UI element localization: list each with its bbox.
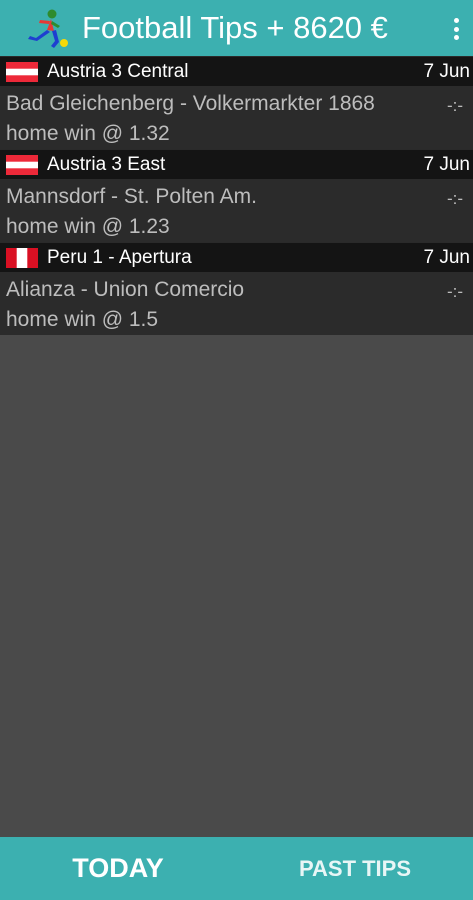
league-name: Peru 1 - Apertura <box>47 247 192 268</box>
tab-past-tips[interactable]: PAST TIPS <box>237 837 473 900</box>
match-tip: home win @ 1.5 <box>6 308 159 331</box>
league-name: Austria 3 East <box>47 154 166 175</box>
more-vert-icon[interactable] <box>453 18 459 40</box>
league-header: Peru 1 - Apertura 7 Jun <box>0 242 473 272</box>
app-root: Football Tips + 8620 € Austria 3 Central… <box>0 0 473 900</box>
match-date: 7 Jun <box>423 61 470 82</box>
tips-list: Austria 3 Central 7 Jun Bad Gleichenberg… <box>0 56 473 335</box>
match-date: 7 Jun <box>423 154 470 175</box>
match-row[interactable]: Mannsdorf - St. Polten Am. -:- home win … <box>0 179 473 242</box>
football-player-icon <box>28 9 68 48</box>
match-tip: home win @ 1.32 <box>6 122 170 145</box>
match-score: -:- <box>446 96 463 115</box>
league-header: Austria 3 East 7 Jun <box>0 149 473 179</box>
match-date: 7 Jun <box>423 247 470 268</box>
match-teams: Bad Gleichenberg - Volkermarkter 1868 <box>6 92 375 115</box>
match-row[interactable]: Alianza - Union Comercio -:- home win @ … <box>0 272 473 335</box>
match-row[interactable]: Bad Gleichenberg - Volkermarkter 1868 -:… <box>0 86 473 149</box>
austria-flag-icon <box>6 155 38 175</box>
match-teams: Alianza - Union Comercio <box>6 278 245 301</box>
app-bar: Football Tips + 8620 € <box>0 0 473 56</box>
austria-flag-icon <box>6 62 38 82</box>
league-name: Austria 3 Central <box>47 61 189 82</box>
peru-flag-icon <box>6 248 38 268</box>
app-title: Football Tips + 8620 € <box>82 10 388 45</box>
match-score: -:- <box>446 189 463 208</box>
tab-today[interactable]: TODAY <box>0 837 236 900</box>
bottom-tab-bar: TODAY PAST TIPS <box>0 837 473 900</box>
league-header: Austria 3 Central 7 Jun <box>0 56 473 86</box>
match-score: -:- <box>446 282 463 301</box>
match-teams: Mannsdorf - St. Polten Am. <box>6 185 257 208</box>
match-tip: home win @ 1.23 <box>6 215 170 238</box>
